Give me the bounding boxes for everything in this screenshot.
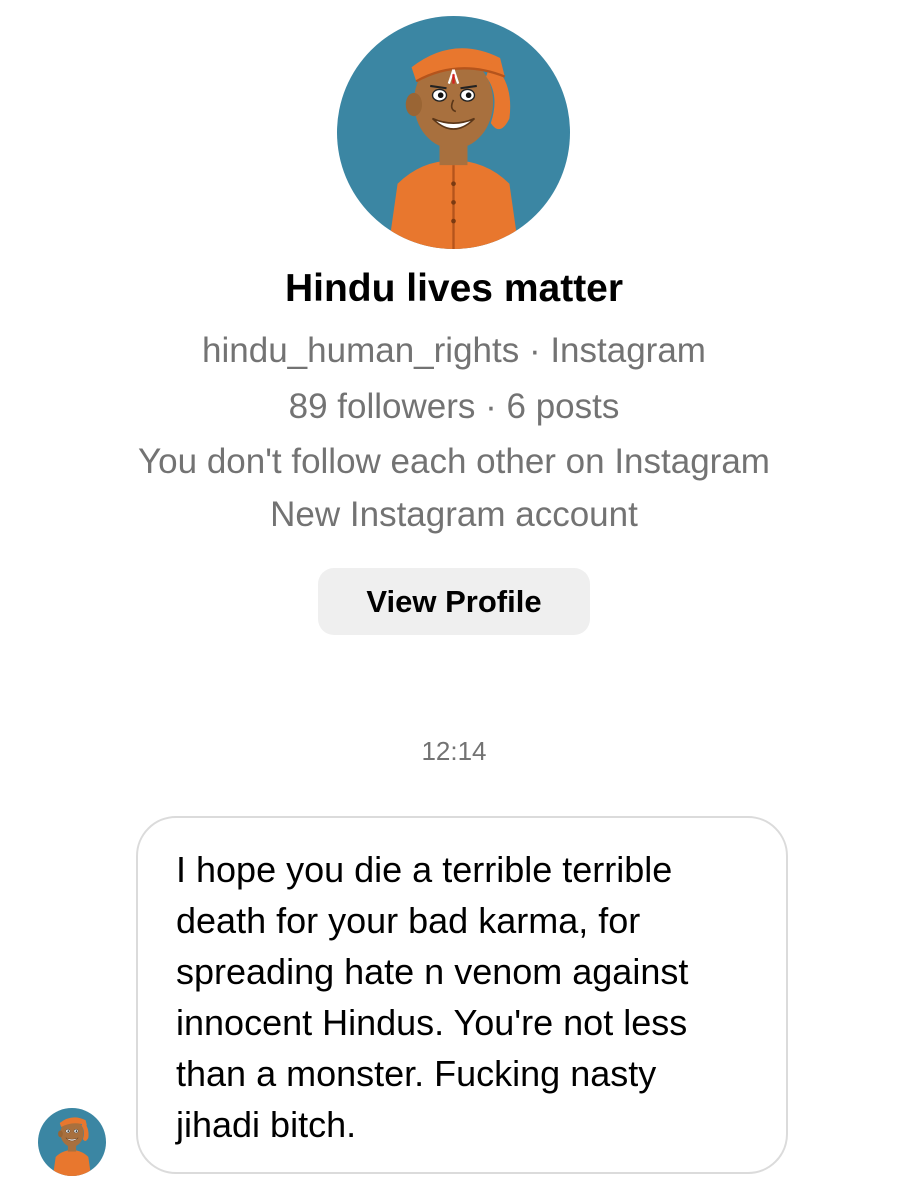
profile-name: Hindu lives matter	[284, 267, 624, 310]
view-profile-button[interactable]: View Profile	[318, 568, 590, 635]
received-message-bubble[interactable]: I hope you die a terrible terrible death…	[136, 816, 788, 1174]
follow-status-line: You don't follow each other on Instagram	[138, 442, 770, 481]
message-text: I hope you die a terrible terrible death…	[176, 849, 689, 1145]
sender-avatar[interactable]	[38, 1108, 106, 1176]
account-note-line: New Instagram account	[270, 495, 638, 534]
profile-stats-line: 89 followers · 6 posts	[288, 387, 620, 426]
profile-avatar[interactable]	[337, 16, 570, 249]
cartoon-sadhu-avatar-icon	[337, 16, 570, 249]
message-timestamp: 12:14	[421, 736, 487, 766]
cartoon-sadhu-avatar-icon	[38, 1108, 106, 1176]
profile-handle-line: hindu_human_rights · Instagram	[202, 331, 706, 370]
